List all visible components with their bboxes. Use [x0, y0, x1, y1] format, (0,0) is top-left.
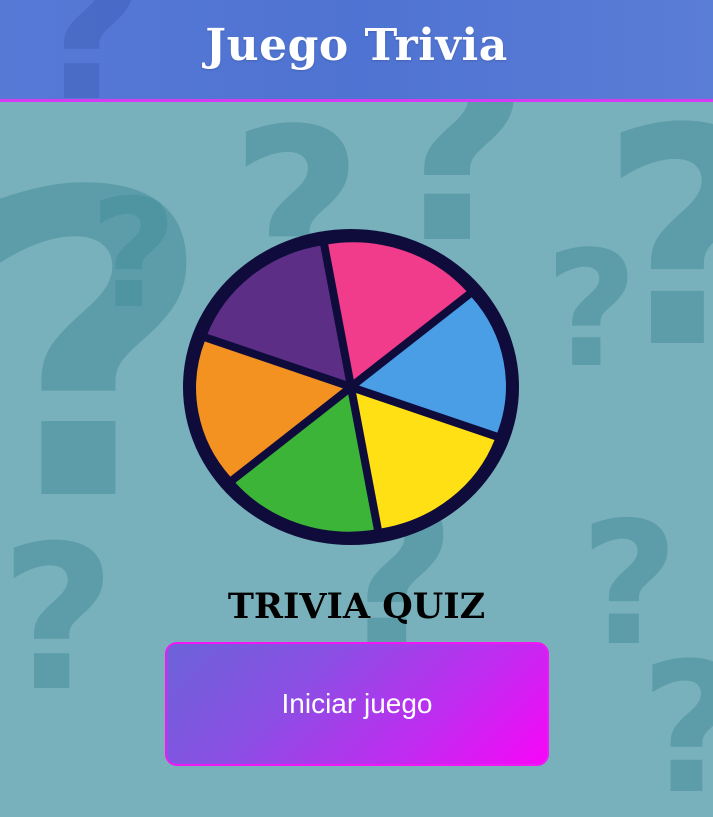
- question-mark-icon: ?: [640, 640, 713, 817]
- question-mark-icon: ?: [580, 486, 679, 684]
- wheel-hub: [345, 381, 357, 393]
- trivia-wheel-logo: [181, 228, 521, 548]
- trivia-wheel-icon: [183, 229, 519, 545]
- quiz-title: TRIVIA QUIZ: [227, 586, 486, 627]
- page-title: Juego Trivia: [205, 20, 508, 71]
- question-mark-icon: ?: [600, 90, 713, 390]
- question-mark-icon: ?: [545, 216, 638, 403]
- question-mark-icon: ?: [30, 0, 146, 99]
- question-mark-icon: ?: [90, 168, 178, 342]
- start-game-button[interactable]: Iniciar juego: [165, 642, 549, 766]
- app-header: ? Juego Trivia: [0, 0, 713, 102]
